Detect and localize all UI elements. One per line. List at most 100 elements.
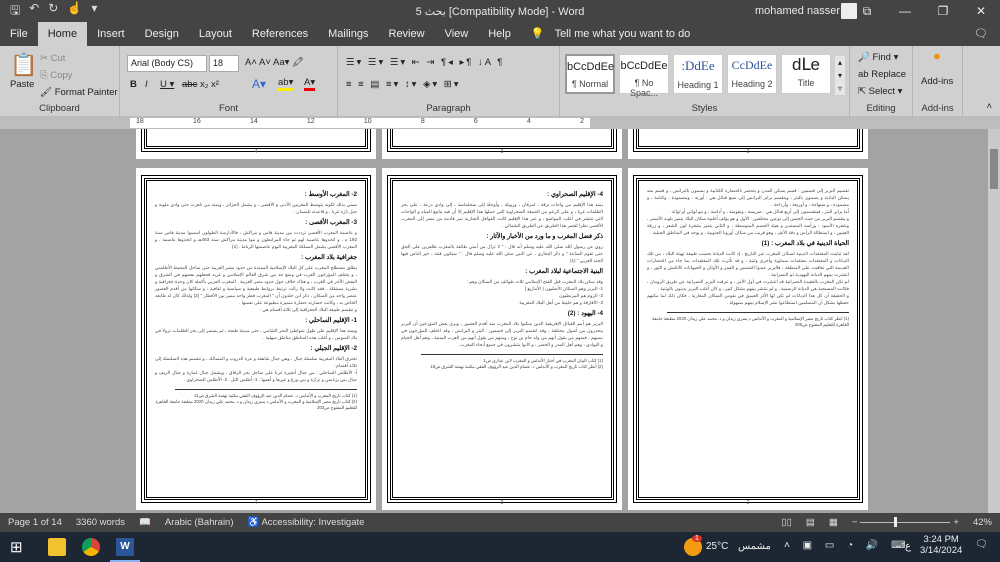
paragraph: روي عن رسول الله صلى الله عليه وسلم أنه … [401, 244, 603, 263]
scrollbar-thumb[interactable] [990, 149, 998, 189]
list-indent-icons[interactable]: ☰▾ ☰▾ ☰▾ ⇤ ⇥ ¶◂ ▸¶ ↓A ¶ [346, 57, 504, 68]
weather-badge: 1 [692, 535, 702, 542]
tab-home[interactable]: Home [37, 22, 88, 46]
strike-sub-superscript-icons[interactable]: abc x₂ x² [182, 79, 219, 90]
paste-icon[interactable]: 📋 [10, 52, 37, 78]
comments-icon[interactable]: 🗨 [962, 22, 1000, 46]
style-title[interactable]: dԼe Title [781, 54, 831, 94]
paste-button[interactable]: Paste [10, 79, 34, 90]
select-label: Select [868, 86, 896, 97]
page-count[interactable]: Page 1 of 14 [8, 517, 62, 528]
style-heading-1[interactable]: :DdEe Heading 1 [673, 54, 723, 94]
cut-label: Cut [50, 53, 66, 64]
font-size-select[interactable]: 18 [209, 55, 239, 72]
clipboard-group: 📋 Paste ✂ Cut ⎘ Copy 🖌 Format Painter Cl… [0, 46, 120, 117]
save-icon[interactable]: 🖫 [10, 1, 20, 22]
close-button[interactable]: ✕ [962, 0, 1000, 22]
redo-icon[interactable]: ↻ [48, 1, 58, 22]
zoom-level[interactable]: 42% [973, 517, 992, 528]
zoom-slider-thumb[interactable] [894, 517, 898, 527]
minimize-button[interactable]: — [886, 0, 924, 22]
bold-button[interactable]: B [130, 79, 137, 90]
vertical-scrollbar[interactable] [988, 129, 1000, 513]
style-preview: :DdEe [681, 58, 715, 73]
print-layout-icon[interactable]: ▤ [806, 517, 815, 528]
word-count[interactable]: 3360 words [76, 517, 125, 528]
page-number: 4 [254, 500, 258, 506]
zoom-slider[interactable]: − + [852, 517, 959, 528]
select-button[interactable]: ⇱ Select ▾ [858, 86, 902, 97]
cut-button[interactable]: ✂ Cut [40, 53, 65, 64]
font-color-icon[interactable]: A▾ [304, 77, 316, 91]
status-bar: Page 1 of 14 3360 words 📖 Arabic (Bahrai… [0, 513, 1000, 532]
ruler-tick-label: 10 [363, 118, 372, 125]
tab-references[interactable]: References [242, 22, 318, 46]
document-page[interactable]: 4- الإقليم الصحراوي : يمتد هذا الإقليم من… [382, 168, 622, 510]
tab-layout[interactable]: Layout [189, 22, 242, 46]
style-normal[interactable]: bCcDdEe ¶ Normal [565, 54, 615, 94]
restore-button[interactable]: ❐ [924, 0, 962, 22]
horizontal-ruler[interactable]: 18 16 14 12 10 8 6 4 2 [0, 117, 1000, 129]
tab-view[interactable]: View [435, 22, 479, 46]
font-group: Arial (Body CS) 18 A˄ A˅ Aa▾ 🖍 B I U ▾ a… [120, 46, 338, 117]
tab-mailings[interactable]: Mailings [318, 22, 378, 46]
undo-icon[interactable]: ↶ [29, 1, 39, 22]
font-name-select[interactable]: Arial (Body CS) [127, 55, 207, 72]
ruler-scale: 18 16 14 12 10 8 6 4 2 [130, 118, 590, 128]
text-effects-icon[interactable]: A▾ [252, 77, 266, 91]
tell-me-search[interactable]: Tell me what you want to do [555, 22, 701, 46]
start-icon[interactable]: ⊞ [10, 538, 28, 556]
read-mode-icon[interactable]: ▯▯ [781, 517, 791, 528]
italic-button[interactable]: I [145, 79, 148, 90]
clock[interactable]: 3:24 PM 3/14/2024 [920, 534, 962, 556]
touch-mode-icon[interactable]: ☝ [67, 1, 82, 22]
weather-temp[interactable]: 25°C [706, 541, 728, 552]
page-previous[interactable]: 3 [382, 129, 622, 159]
styles-scroll[interactable]: ▴ ▾ ▿ [835, 56, 845, 95]
ruler-tick-label: 8 [420, 118, 425, 125]
chrome-icon[interactable] [82, 538, 100, 556]
paragraph: لقد تباينت المعتقدات الدينية لسكان المغر… [647, 251, 849, 277]
accessibility-status[interactable]: ♿ Accessibility: Investigate [248, 517, 365, 528]
web-layout-icon[interactable]: ▦ [829, 517, 838, 528]
style-heading-2[interactable]: CcDdEe Heading 2 [727, 54, 777, 94]
replace-button[interactable]: ab Replace [858, 69, 906, 80]
addins-icon[interactable]: ✹ [933, 52, 941, 63]
addins-button[interactable]: Add-ins [921, 76, 953, 87]
highlight-icon[interactable]: ab▾ [278, 77, 294, 91]
ruler-tick-label: 12 [306, 118, 315, 125]
input-language[interactable]: ع [905, 541, 911, 552]
ribbon-display-options-icon[interactable]: ⧉ [848, 0, 886, 22]
copy-button[interactable]: ⎘ Copy [40, 70, 72, 81]
paragraph: لم تكن المغرب بالعقيدة النصرانية قد انتش… [647, 279, 849, 291]
weather-text[interactable]: مشمس [738, 541, 771, 552]
customize-quick-access-icon[interactable]: ▾ [91, 1, 97, 22]
underline-button[interactable]: U ▾ [160, 79, 174, 90]
tab-help[interactable]: Help [478, 22, 521, 46]
document-page[interactable]: 2- المغرب الأوسط : سمي بذلك لكونه يتوسط ا… [136, 168, 376, 510]
section-heading: 4- اليهود : (2) [567, 310, 603, 317]
tab-file[interactable]: File [0, 22, 38, 46]
collapse-ribbon-icon[interactable]: ˄ [986, 101, 992, 112]
tab-design[interactable]: Design [135, 22, 189, 46]
style-no-spacing[interactable]: bCcDdEe ¶ No Spac... [619, 54, 669, 98]
tab-review[interactable]: Review [379, 22, 435, 46]
find-button[interactable]: 🔎 Find ▾ [858, 52, 898, 63]
format-painter-button[interactable]: 🖌 Format Painter [40, 87, 118, 98]
word-icon[interactable]: W [116, 538, 134, 556]
page-previous[interactable]: 2 [628, 129, 868, 159]
document-page[interactable]: تقسيم البربر إلى قسمين : قسم يسكن المدن … [628, 168, 868, 510]
style-name: ¶ No Spac... [629, 78, 658, 98]
style-preview: CcDdEe [731, 58, 773, 72]
user-name[interactable]: mohamed nasser [755, 5, 840, 17]
notifications-icon[interactable]: 🗨 [975, 539, 988, 550]
document-area[interactable]: 4 2- المغرب الأوسط : سمي بذلك لكونه يتوسط … [0, 129, 988, 513]
grow-shrink-font-icons[interactable]: A˄ A˅ Aa▾ 🖍 [245, 57, 304, 68]
alignment-icons[interactable]: ≡ ≡ ▤ ≡▾ ↕▾ ◈▾ ⊞▾ [346, 79, 461, 90]
tab-insert[interactable]: Insert [87, 22, 135, 46]
file-explorer-icon[interactable] [48, 538, 66, 556]
proofing-icon[interactable]: 📖 [139, 517, 151, 528]
language[interactable]: Arabic (Bahrain) [165, 517, 234, 528]
page-previous[interactable]: 4 [136, 129, 376, 159]
system-tray-icons[interactable]: ˄ ▣ ▭ ◔ 🔊 ⌨ [784, 540, 911, 551]
